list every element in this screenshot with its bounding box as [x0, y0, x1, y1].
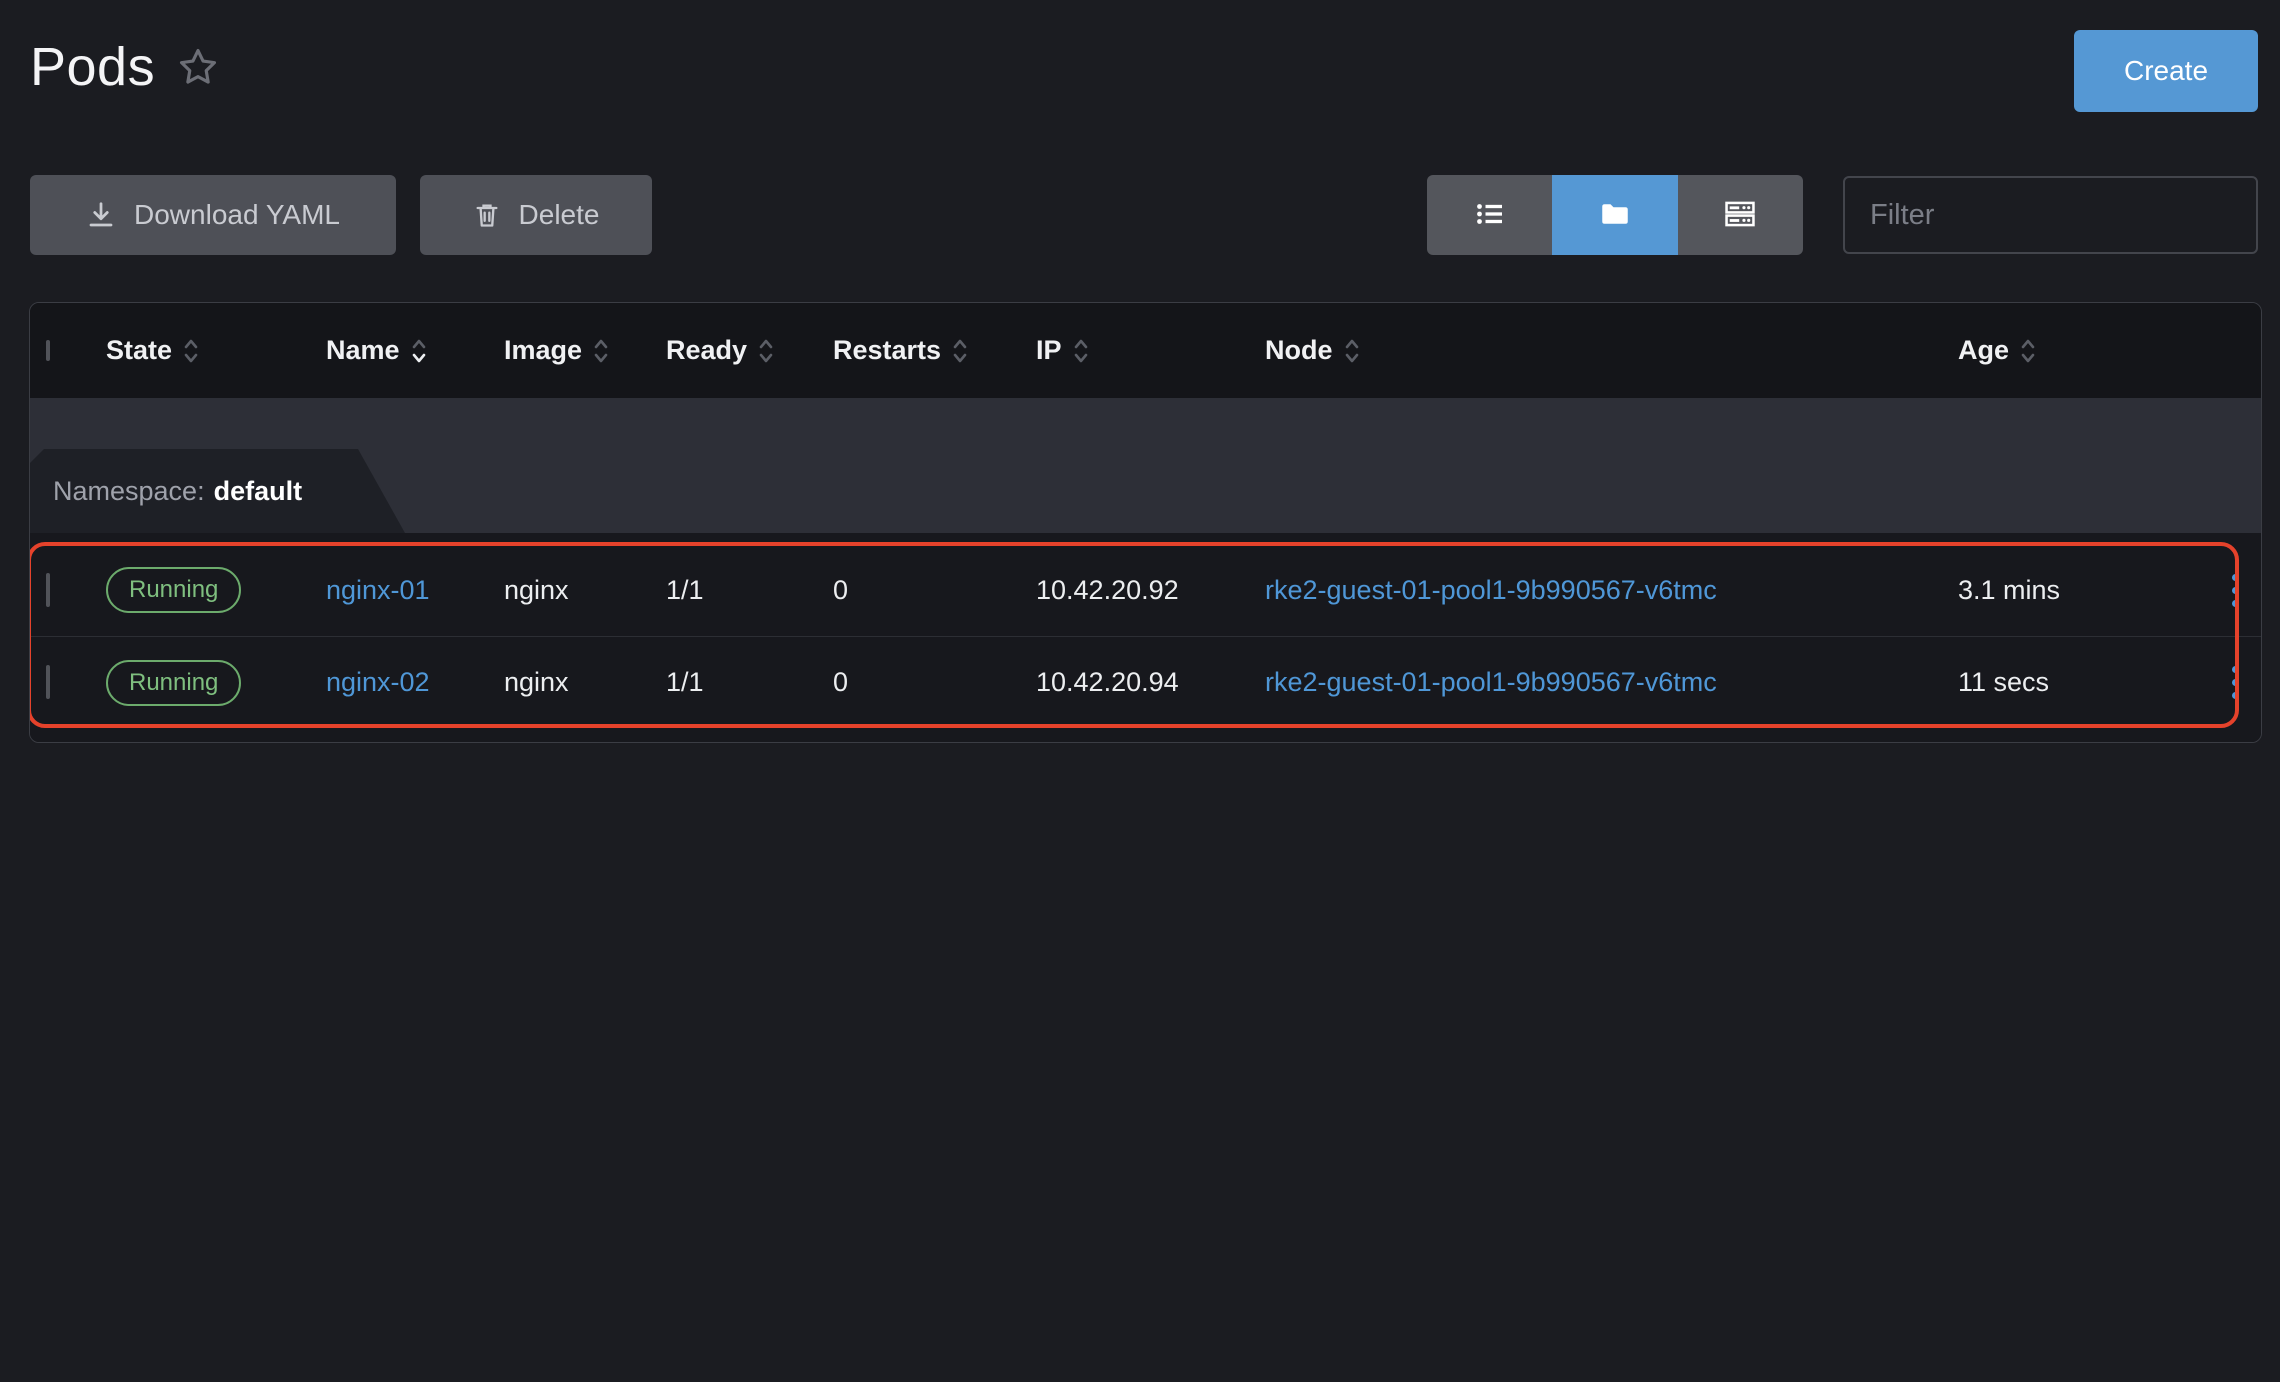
image-cell: nginx: [504, 575, 666, 606]
row-actions-button[interactable]: [2224, 566, 2247, 615]
sort-chevrons-icon: [410, 334, 428, 368]
table-row-nginx-02[interactable]: Running nginx-02 nginx 1/1 0 10.42.20.94…: [30, 636, 2261, 728]
age-cell: 3.1 mins: [1958, 575, 2209, 606]
namespace-label: Namespace:: [53, 476, 205, 507]
sort-chevrons-icon: [182, 334, 200, 368]
pod-name-link[interactable]: nginx-02: [326, 667, 430, 697]
view-toggle: [1427, 175, 1803, 255]
download-icon: [86, 200, 116, 230]
sort-chevrons-icon: [757, 334, 775, 368]
trash-icon: [473, 201, 501, 229]
kebab-icon: [2232, 666, 2239, 673]
table-row-nginx-01[interactable]: Running nginx-01 nginx 1/1 0 10.42.20.92…: [30, 544, 2261, 636]
namespace-value: default: [214, 476, 303, 507]
kebab-icon: [2232, 574, 2239, 581]
image-cell: nginx: [504, 667, 666, 698]
sort-chevrons-icon: [1343, 334, 1361, 368]
sort-chevrons-icon: [951, 334, 969, 368]
view-flat-button[interactable]: [1678, 175, 1803, 255]
rows-section: Running nginx-01 nginx 1/1 0 10.42.20.92…: [30, 533, 2261, 743]
age-cell: 11 secs: [1958, 667, 2209, 698]
view-grouped-button[interactable]: [1552, 175, 1677, 255]
status-badge: Running: [106, 660, 241, 706]
delete-button[interactable]: Delete: [420, 175, 652, 255]
list-icon: [1472, 196, 1508, 235]
restarts-cell: 0: [833, 667, 1036, 698]
select-all-checkbox[interactable]: [46, 340, 50, 361]
ip-cell: 10.42.20.94: [1036, 667, 1265, 698]
table-header: State Name Image Ready Restarts IP Node: [30, 303, 2261, 398]
filter-input[interactable]: [1843, 176, 2258, 254]
node-link[interactable]: rke2-guest-01-pool1-9b990567-v6tmc: [1265, 667, 1717, 697]
download-yaml-button[interactable]: Download YAML: [30, 175, 396, 255]
header-cell-state[interactable]: State: [106, 334, 326, 368]
header-cell-image[interactable]: Image: [504, 334, 666, 368]
ready-cell: 1/1: [666, 575, 833, 606]
sort-chevrons-icon: [592, 334, 610, 368]
header-cell-age[interactable]: Age: [1958, 334, 2209, 368]
sort-chevrons-icon: [2019, 334, 2037, 368]
status-badge: Running: [106, 567, 241, 613]
header-cell-name[interactable]: Name: [326, 334, 504, 368]
header-cell-ready[interactable]: Ready: [666, 334, 833, 368]
node-link[interactable]: rke2-guest-01-pool1-9b990567-v6tmc: [1265, 575, 1717, 605]
restarts-cell: 0: [833, 575, 1036, 606]
row-actions-button[interactable]: [2224, 658, 2247, 707]
sort-chevrons-icon: [1072, 334, 1090, 368]
toolbar: Download YAML Delete: [30, 175, 2258, 255]
pods-table: State Name Image Ready Restarts IP Node: [29, 302, 2262, 743]
row-checkbox[interactable]: [46, 573, 50, 607]
row-checkbox[interactable]: [46, 665, 50, 699]
pod-name-link[interactable]: nginx-01: [326, 575, 430, 605]
header-cell-ip[interactable]: IP: [1036, 334, 1265, 368]
folder-icon: [1597, 196, 1633, 235]
favorite-star-icon[interactable]: [177, 46, 219, 88]
namespace-tab: Namespace: default: [30, 449, 406, 533]
header-cell-restarts[interactable]: Restarts: [833, 334, 1036, 368]
header-cell-node[interactable]: Node: [1265, 334, 1958, 368]
ready-cell: 1/1: [666, 667, 833, 698]
ip-cell: 10.42.20.92: [1036, 575, 1265, 606]
create-button[interactable]: Create: [2074, 30, 2258, 112]
group-band: Namespace: default: [30, 398, 2261, 533]
view-list-button[interactable]: [1427, 175, 1552, 255]
page-title: Pods: [30, 36, 155, 98]
rows-icon: [1721, 195, 1759, 236]
